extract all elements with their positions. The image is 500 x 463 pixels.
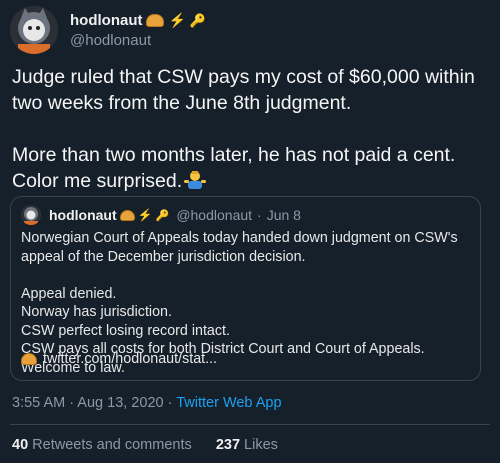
bread-icon xyxy=(21,353,37,365)
quoted-avatar xyxy=(21,205,41,225)
quoted-header: hodlonaut ⚡ 🔑 @hodlonaut · Jun 8 xyxy=(49,207,301,223)
separator-dot: · xyxy=(167,395,177,411)
quoted-name: hodlonaut xyxy=(49,207,117,223)
tweet-text: Judge ruled that CSW pays my cost of $60… xyxy=(12,64,488,194)
divider xyxy=(10,424,490,425)
quoted-date: Jun 8 xyxy=(266,207,301,223)
bread-icon xyxy=(146,14,165,27)
tweet-text-content: Judge ruled that CSW pays my cost of $60… xyxy=(12,66,475,192)
quoted-handle: @hodlonaut xyxy=(176,207,253,223)
likes-count: 237 xyxy=(215,437,241,453)
tweet-date[interactable]: Aug 13, 2020 xyxy=(77,395,163,411)
shrug-emoji xyxy=(184,171,207,189)
quoted-tweet[interactable]: hodlonaut ⚡ 🔑 @hodlonaut · Jun 8 Norwegi… xyxy=(10,196,481,381)
separator-dot: · xyxy=(257,207,262,223)
key-icon: 🔑 xyxy=(189,12,207,28)
tweet-stats: 40 Retweets and comments 237 Likes xyxy=(12,437,278,453)
retweets-count: 40 xyxy=(12,437,29,453)
lightning-icon: ⚡ xyxy=(168,12,186,28)
author-name-row[interactable]: hodlonaut ⚡ 🔑 xyxy=(70,12,206,29)
quoted-link-row[interactable]: twitter.com/hodlonaut/stat... xyxy=(21,351,217,367)
tweet-meta: 3:55 AM · Aug 13, 2020 · Twitter Web App xyxy=(12,395,282,411)
bread-icon xyxy=(119,209,135,221)
likes-label: Likes xyxy=(244,437,278,453)
lightning-icon: ⚡ xyxy=(137,208,153,222)
tweet-source-app[interactable]: Twitter Web App xyxy=(176,395,281,411)
avatar[interactable] xyxy=(10,6,58,54)
retweets-label: Retweets and comments xyxy=(32,437,192,453)
author-handle[interactable]: @hodlonaut xyxy=(70,32,151,49)
author-name[interactable]: hodlonaut xyxy=(70,12,142,29)
quoted-link[interactable]: twitter.com/hodlonaut/stat... xyxy=(43,351,217,367)
retweets-stat[interactable]: 40 Retweets and comments xyxy=(12,437,192,453)
tweet-time[interactable]: 3:55 AM xyxy=(12,395,65,411)
key-icon: 🔑 xyxy=(155,209,170,222)
likes-stat[interactable]: 237 Likes xyxy=(216,437,278,453)
